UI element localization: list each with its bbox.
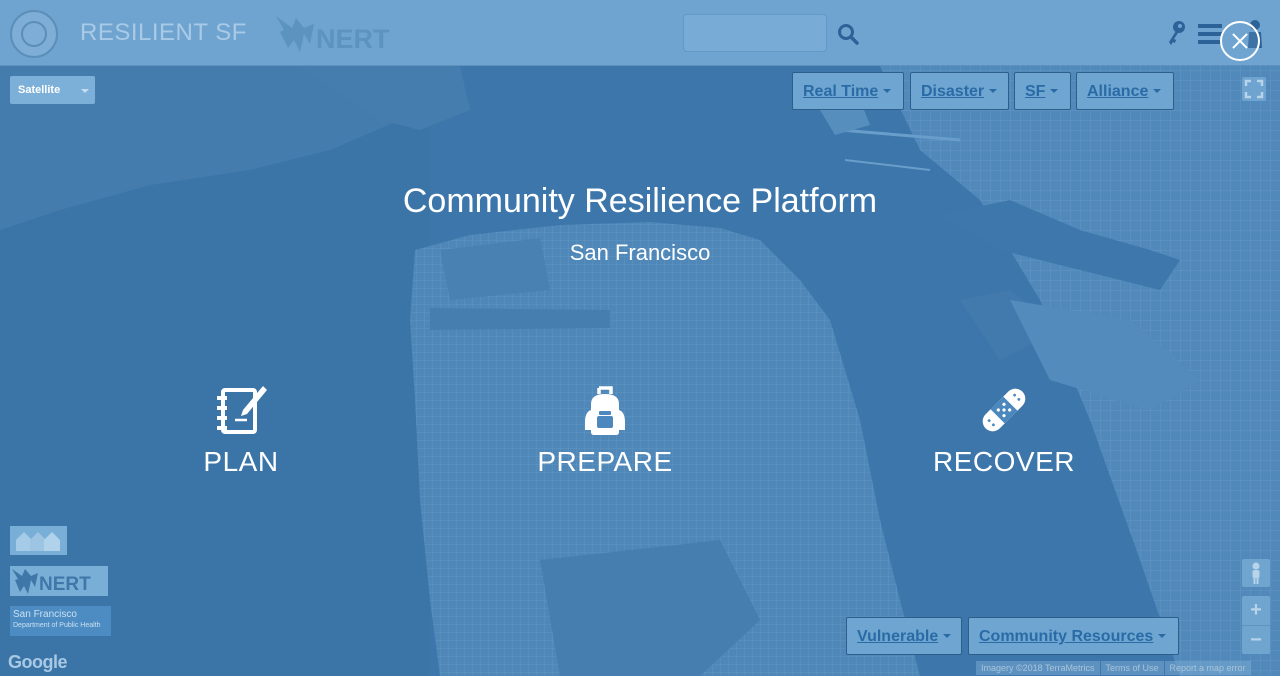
menu-vulnerable[interactable]: Vulnerable [846, 617, 962, 655]
search-icon[interactable] [836, 22, 860, 46]
map-type-select[interactable]: Satellite [10, 76, 95, 104]
svg-text:NERT: NERT [39, 574, 91, 595]
nert-logo[interactable]: NERT [274, 14, 408, 56]
prepare-label: PREPARE [537, 446, 673, 477]
overlay-subtitle: San Francisco [569, 240, 711, 265]
nert-mark: NERT [12, 569, 91, 595]
app-header: RESILIENT SF NERT [0, 0, 1280, 66]
menu-alliance[interactable]: Alliance [1076, 72, 1174, 110]
caret-down-icon [883, 88, 892, 93]
menu-real-time[interactable]: Real Time [792, 72, 904, 110]
pegman-icon [1252, 562, 1260, 584]
public-health-logo[interactable]: San Francisco Department of Public Healt… [10, 606, 111, 636]
caret-down-icon [1153, 88, 1162, 93]
menu-icon[interactable] [1198, 23, 1222, 45]
plan-label: PLAN [203, 446, 279, 477]
svg-text:NERT: NERT [316, 24, 390, 54]
zoom-in-button[interactable]: + [1242, 596, 1270, 624]
notebook-pen-icon [217, 386, 267, 434]
zoom-control: + − [1242, 596, 1270, 654]
dph-line-2: Department of Public Health [13, 622, 101, 629]
caret-down-icon [1050, 88, 1059, 93]
report-error-link[interactable]: Report a map error [1164, 661, 1251, 675]
fullscreen-icon[interactable] [1241, 76, 1267, 102]
menu-label: Community Resources [979, 628, 1154, 645]
prepare-button[interactable]: PREPARE [495, 382, 715, 478]
city-seal-logo[interactable] [10, 10, 58, 58]
brand-title[interactable]: RESILIENT SF [80, 19, 247, 47]
google-logo[interactable]: Google [8, 652, 68, 673]
menu-label: Alliance [1087, 83, 1149, 100]
menu-label: Vulnerable [857, 628, 939, 645]
caret-down-icon [81, 89, 89, 93]
menu-label: Disaster [921, 83, 985, 100]
map-type-label: Satellite [18, 84, 61, 96]
dph-line-1: San Francisco [13, 609, 77, 620]
recover-button[interactable]: RECOVER [894, 382, 1114, 478]
street-view-pegman[interactable] [1242, 559, 1270, 587]
menu-label: SF [1025, 83, 1046, 100]
backpack-icon [585, 386, 625, 435]
bandage-icon [982, 388, 1026, 432]
nert-partner-logo[interactable]: NERT [10, 566, 108, 596]
menu-disaster[interactable]: Disaster [910, 72, 1009, 110]
recover-label: RECOVER [933, 446, 1075, 477]
zoom-out-button[interactable]: − [1242, 625, 1270, 654]
houses-icon [16, 532, 60, 551]
nen-logo[interactable] [10, 526, 67, 555]
imagery-credit: Imagery ©2018 TerraMetrics [976, 661, 1100, 675]
menu-label: Real Time [803, 83, 879, 100]
key-icon[interactable] [1165, 20, 1187, 46]
menu-community-resources[interactable]: Community Resources [968, 617, 1179, 655]
map-attribution: Imagery ©2018 TerraMetrics Terms of Use Re… [975, 661, 1251, 676]
plan-button[interactable]: PLAN [131, 382, 351, 478]
menu-sf[interactable]: SF [1014, 72, 1071, 110]
overlay-title: Community Resilience Platform [402, 182, 878, 220]
caret-down-icon [989, 88, 998, 93]
close-button[interactable] [1220, 21, 1260, 61]
caret-down-icon [1158, 633, 1167, 638]
caret-down-icon [943, 633, 952, 638]
search-input[interactable] [683, 14, 827, 52]
terms-of-use-link[interactable]: Terms of Use [1100, 661, 1164, 675]
